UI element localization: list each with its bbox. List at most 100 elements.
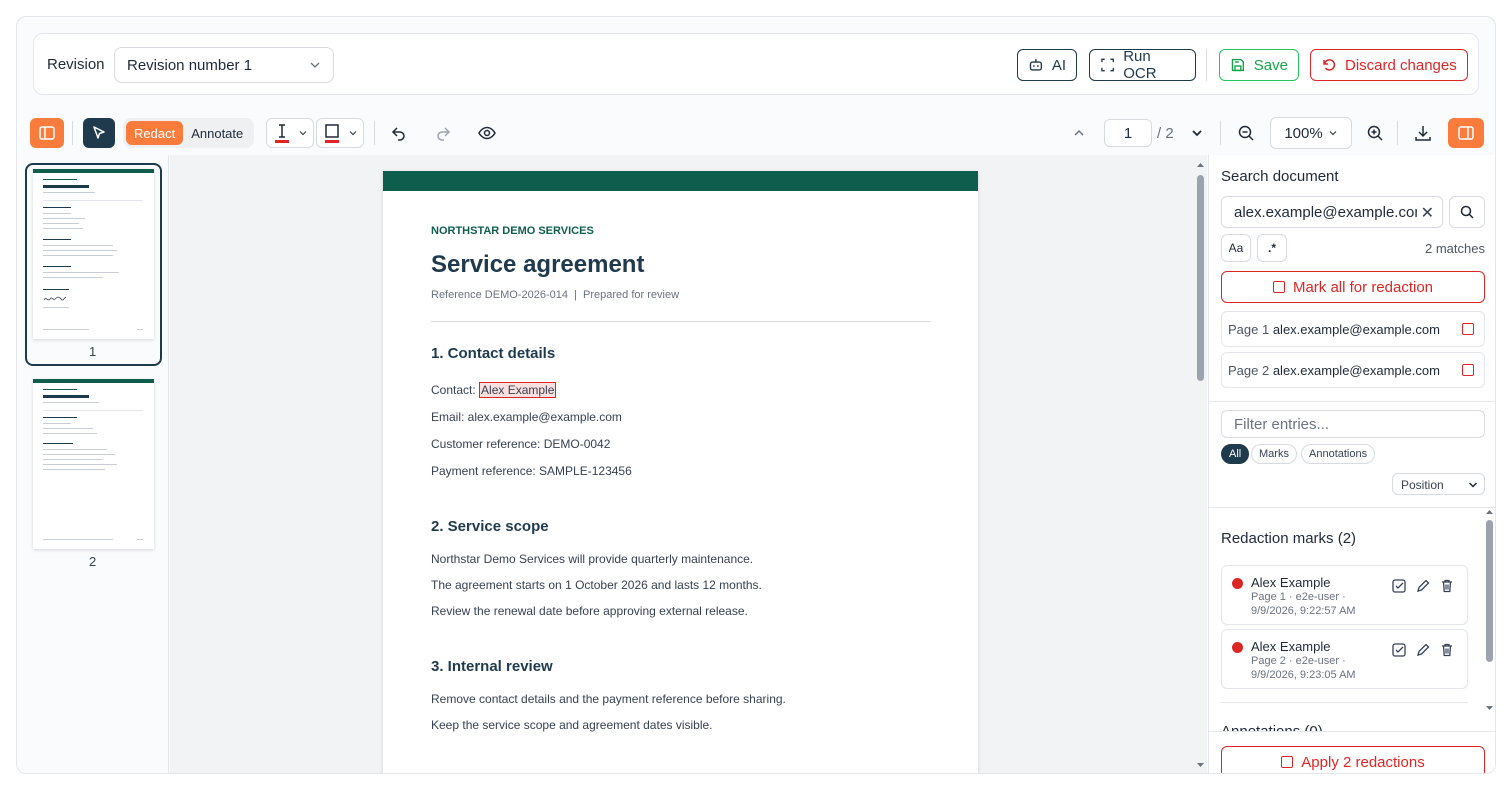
search-icon bbox=[1460, 205, 1474, 219]
download-button[interactable] bbox=[1413, 123, 1433, 143]
redaction-mark-item[interactable]: Alex Example Page 2 · e2e-user · 9/9/202… bbox=[1221, 629, 1468, 689]
document-reference: Reference DEMO-2026-014 | Prepared for r… bbox=[431, 289, 680, 301]
mode-toggle: Redact Annotate bbox=[123, 118, 255, 148]
document-line: The agreement starts on 1 October 2026 a… bbox=[431, 578, 762, 592]
text-color-picker[interactable] bbox=[266, 118, 314, 148]
apply-redactions-button[interactable]: Apply 2 redactions bbox=[1221, 746, 1485, 773]
border-color-picker[interactable] bbox=[316, 118, 364, 148]
revision-select[interactable]: Revision number 1 bbox=[114, 47, 334, 83]
search-button[interactable] bbox=[1449, 196, 1485, 228]
document-scrollbar[interactable] bbox=[1195, 161, 1205, 773]
divider bbox=[1209, 507, 1495, 508]
check-square-icon[interactable] bbox=[1391, 642, 1407, 658]
contact-prefix: Contact: bbox=[431, 383, 480, 397]
mark-actions bbox=[1391, 642, 1455, 658]
search-input[interactable]: alex.example@example.com ✕ bbox=[1221, 196, 1443, 228]
trash-icon[interactable] bbox=[1439, 642, 1455, 658]
divider bbox=[1221, 702, 1468, 703]
mark-color-dot bbox=[1232, 642, 1243, 653]
section-heading: 2. Service scope bbox=[431, 518, 549, 535]
signature-scribble bbox=[43, 296, 67, 301]
previous-page-button[interactable] bbox=[1069, 123, 1089, 143]
section-heading: 3. Internal review bbox=[431, 658, 553, 675]
sort-value: Position bbox=[1401, 478, 1444, 492]
clear-search-icon[interactable]: ✕ bbox=[1416, 203, 1434, 223]
zoom-in-button[interactable] bbox=[1365, 123, 1385, 143]
redaction-mark-item[interactable]: Alex Example Page 1 · e2e-user · 9/9/202… bbox=[1221, 565, 1468, 625]
result-checkbox[interactable] bbox=[1462, 323, 1474, 335]
chevron-down-icon bbox=[299, 131, 307, 136]
pencil-icon[interactable] bbox=[1415, 642, 1431, 658]
toggle-sidebar-button[interactable] bbox=[1448, 118, 1484, 148]
result-page: Page 1 bbox=[1228, 322, 1270, 337]
app-frame: Revision Revision number 1 AI Run OCR Sa… bbox=[16, 16, 1496, 774]
save-button[interactable]: Save bbox=[1219, 49, 1299, 81]
zoom-select[interactable]: 100% bbox=[1270, 117, 1352, 149]
match-case-button[interactable]: Aa bbox=[1221, 234, 1251, 262]
page-thumbnail-1[interactable] bbox=[33, 169, 154, 339]
page-thumbnail-2[interactable] bbox=[33, 379, 154, 549]
pencil-icon[interactable] bbox=[1415, 578, 1431, 594]
redaction-mark[interactable]: Alex Example bbox=[479, 382, 557, 398]
document-line: Email: alex.example@example.com bbox=[431, 410, 622, 424]
panel-scrollbar[interactable] bbox=[1484, 508, 1494, 716]
filter-chip-marks[interactable]: Marks bbox=[1251, 444, 1297, 464]
company-name: NORTHSTAR DEMO SERVICES bbox=[431, 225, 594, 237]
chevron-down-icon bbox=[310, 62, 320, 68]
mark-name: Alex Example bbox=[1251, 575, 1331, 590]
trash-icon[interactable] bbox=[1439, 578, 1455, 594]
run-ocr-button[interactable]: Run OCR bbox=[1089, 48, 1196, 82]
sort-select[interactable]: Position bbox=[1392, 473, 1485, 495]
mark-all-button[interactable]: Mark all for redaction bbox=[1221, 271, 1485, 303]
editor-toolbar: Redact Annotate 1 / 2 100% bbox=[17, 113, 1495, 155]
cursor-icon bbox=[93, 126, 105, 139]
document-line: Review the renewal date before approving… bbox=[431, 604, 748, 618]
mark-meta-line: Page 1 · e2e-user · bbox=[1251, 591, 1346, 603]
document-line: Northstar Demo Services will provide qua… bbox=[431, 552, 754, 566]
run-ocr-label: Run OCR bbox=[1123, 48, 1157, 82]
document-page: NORTHSTAR DEMO SERVICES Service agreemen… bbox=[383, 171, 978, 773]
scrollbar-thumb[interactable] bbox=[1197, 175, 1204, 381]
sidebar-left-icon bbox=[39, 126, 55, 140]
next-page-button[interactable] bbox=[1187, 123, 1207, 143]
preview-button[interactable] bbox=[477, 123, 497, 143]
revision-bar: Revision Revision number 1 AI Run OCR Sa… bbox=[33, 33, 1479, 95]
document-line: Customer reference: DEMO-0042 bbox=[431, 437, 611, 451]
toggle-thumbnails-button[interactable] bbox=[30, 118, 64, 148]
filter-chip-annotations[interactable]: Annotations bbox=[1301, 444, 1376, 464]
divider bbox=[1220, 121, 1221, 145]
search-result[interactable]: Page 2 alex.example@example.com bbox=[1221, 352, 1485, 388]
divider bbox=[72, 121, 73, 145]
discard-changes-label: Discard changes bbox=[1345, 56, 1457, 74]
ai-button[interactable]: AI bbox=[1017, 49, 1077, 81]
page-total: / 2 bbox=[1157, 125, 1174, 142]
undo-button[interactable] bbox=[389, 123, 409, 143]
scrollbar-thumb[interactable] bbox=[1486, 520, 1493, 662]
result-checkbox[interactable] bbox=[1462, 364, 1474, 376]
filter-chip-all[interactable]: All bbox=[1221, 444, 1250, 464]
scroll-up-icon bbox=[1197, 163, 1204, 167]
document-title: Service agreement bbox=[431, 251, 645, 278]
filter-input[interactable]: Filter entries... bbox=[1221, 410, 1485, 438]
zoom-out-button[interactable] bbox=[1236, 123, 1256, 143]
annotate-mode-button[interactable]: Annotate bbox=[183, 121, 251, 145]
square-icon bbox=[325, 124, 339, 143]
undo-icon bbox=[391, 127, 405, 141]
redo-button[interactable] bbox=[433, 123, 453, 143]
select-tool-button[interactable] bbox=[83, 118, 115, 148]
marks-heading: Redaction marks (2) bbox=[1221, 530, 1357, 547]
page-number-input[interactable]: 1 bbox=[1104, 119, 1152, 147]
zoom-in-icon bbox=[1367, 125, 1383, 141]
page-header-band bbox=[383, 171, 978, 191]
check-square-icon[interactable] bbox=[1391, 578, 1407, 594]
redact-mode-button[interactable]: Redact bbox=[126, 121, 184, 145]
discard-changes-button[interactable]: Discard changes bbox=[1310, 49, 1468, 81]
scroll-down-icon bbox=[1197, 763, 1204, 767]
mark-meta-line: 9/9/2026, 9:22:57 AM bbox=[1251, 605, 1356, 617]
result-text: alex.example@example.com bbox=[1272, 322, 1440, 337]
search-result[interactable]: Page 1 alex.example@example.com bbox=[1221, 311, 1485, 347]
regex-button[interactable]: .* bbox=[1257, 234, 1287, 262]
divider bbox=[1397, 121, 1398, 145]
sidebar-right-icon bbox=[1458, 126, 1474, 140]
result-text: alex.example@example.com bbox=[1272, 363, 1440, 378]
